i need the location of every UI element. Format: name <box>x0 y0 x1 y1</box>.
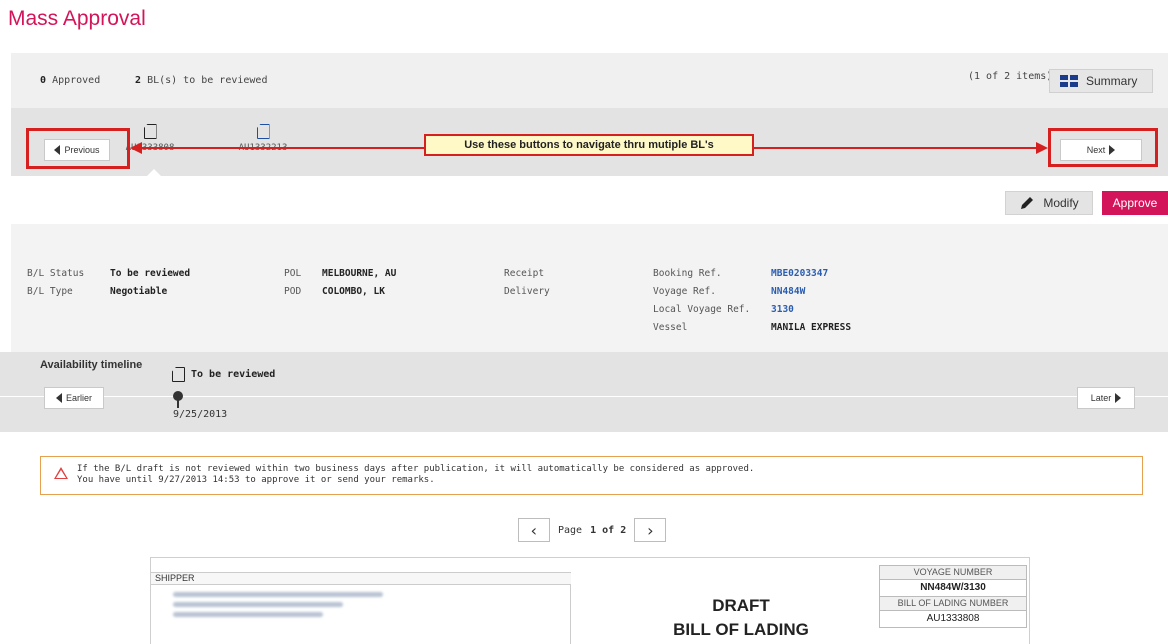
items-count: (1 of 2 items) <box>968 71 1053 82</box>
voyage-ref-link[interactable]: NN484W <box>771 286 805 297</box>
redacted-text <box>173 612 323 617</box>
availability-timeline: Availability timeline Earlier Later To b… <box>0 352 1168 432</box>
bl-type-value: Negotiable <box>110 286 168 297</box>
vessel-value: MANILA EXPRESS <box>771 322 852 333</box>
later-button[interactable]: Later <box>1077 387 1135 409</box>
arrow-left-icon <box>130 142 142 154</box>
summary-button[interactable]: Summary <box>1049 69 1153 93</box>
approved-count: 0 Approved <box>40 75 101 86</box>
chevron-left-icon: ‹ <box>529 520 539 540</box>
next-page-button[interactable]: › <box>634 518 667 542</box>
voyage-number-value: NN484W/3130 <box>879 579 1027 597</box>
chevron-right-icon: › <box>645 520 656 540</box>
bl-details: B/L Status To be reviewed B/L Type Negot… <box>11 224 1168 352</box>
warning-line-1: If the B/L draft is not reviewed within … <box>77 464 755 474</box>
chevron-left-icon <box>55 393 62 403</box>
timeline-title: Availability timeline <box>40 359 143 371</box>
pod-value: COLOMBO, LK <box>322 286 385 297</box>
annotation-arrow-right <box>754 147 1038 149</box>
pod-label: POD <box>284 286 302 297</box>
timeline-event: To be reviewed <box>172 367 275 382</box>
document-icon <box>256 124 270 139</box>
summary-bar: 0 Approved 2 BL(s) to be reviewed (1 of … <box>11 53 1168 108</box>
review-count: 2 BL(s) to be reviewed <box>135 75 268 86</box>
document-icon <box>172 367 185 382</box>
local-voyage-ref-link[interactable]: 3130 <box>771 304 794 315</box>
arrow-right-icon <box>1036 142 1048 154</box>
earlier-button[interactable]: Earlier <box>44 387 104 409</box>
chevron-right-icon <box>1115 393 1122 403</box>
local-voyage-ref-label: Local Voyage Ref. <box>653 304 751 315</box>
voyage-ref-label: Voyage Ref. <box>653 286 716 297</box>
bl-status-value: To be reviewed <box>110 268 191 279</box>
bl-number-label: BILL OF LADING NUMBER <box>879 596 1027 611</box>
vessel-label: Vessel <box>653 322 688 333</box>
previous-page-button[interactable]: ‹ <box>518 518 550 542</box>
timeline-marker-stem <box>177 400 179 408</box>
annotation-arrow-left <box>140 147 424 149</box>
warning-line-2: You have until 9/27/2013 14:53 to approv… <box>77 475 435 485</box>
action-bar <box>11 176 1168 224</box>
voyage-number-label: VOYAGE NUMBER <box>879 565 1027 580</box>
approve-button[interactable]: Approve <box>1102 191 1168 215</box>
timeline-date: 9/25/2013 <box>173 409 228 420</box>
shipper-box: SHIPPER <box>151 572 571 644</box>
page-title: Mass Approval <box>8 7 146 30</box>
annotation-callout: Use these buttons to navigate thru mutip… <box>424 134 754 156</box>
page-label: Page <box>558 524 583 536</box>
pol-label: POL <box>284 268 302 279</box>
document-title: DRAFT BILL OF LADING <box>673 596 809 639</box>
pager: ‹ Page 1 of 2 › <box>518 518 667 542</box>
pol-value: MELBOURNE, AU <box>322 268 397 279</box>
modify-button[interactable]: Modify <box>1005 191 1093 215</box>
pencil-icon <box>1021 197 1034 209</box>
bl-type-label: B/L Type <box>27 286 73 297</box>
summary-icon <box>1060 75 1078 87</box>
approval-warning: If the B/L draft is not reviewed within … <box>40 456 1143 495</box>
booking-ref-label: Booking Ref. <box>653 268 722 279</box>
page-value: 1 of 2 <box>590 524 627 536</box>
annotation-box-next <box>1048 128 1158 167</box>
shipper-label: SHIPPER <box>151 572 571 585</box>
document-icon <box>143 124 157 139</box>
booking-ref-link[interactable]: MBE0203347 <box>771 268 828 279</box>
annotation-box-previous <box>26 128 130 169</box>
voyage-info-box: VOYAGE NUMBER NN484W/3130 BILL OF LADING… <box>879 565 1027 628</box>
bl-number-value: AU1333808 <box>879 610 1027 628</box>
receipt-label: Receipt <box>504 268 545 279</box>
bl-status-label: B/L Status <box>27 268 85 279</box>
redacted-text <box>173 602 343 607</box>
delivery-label: Delivery <box>504 286 550 297</box>
warning-icon <box>54 467 68 479</box>
redacted-text <box>173 592 383 597</box>
bl-document-preview: SHIPPER DRAFT BILL OF LADING VOYAGE NUMB… <box>150 557 1030 644</box>
